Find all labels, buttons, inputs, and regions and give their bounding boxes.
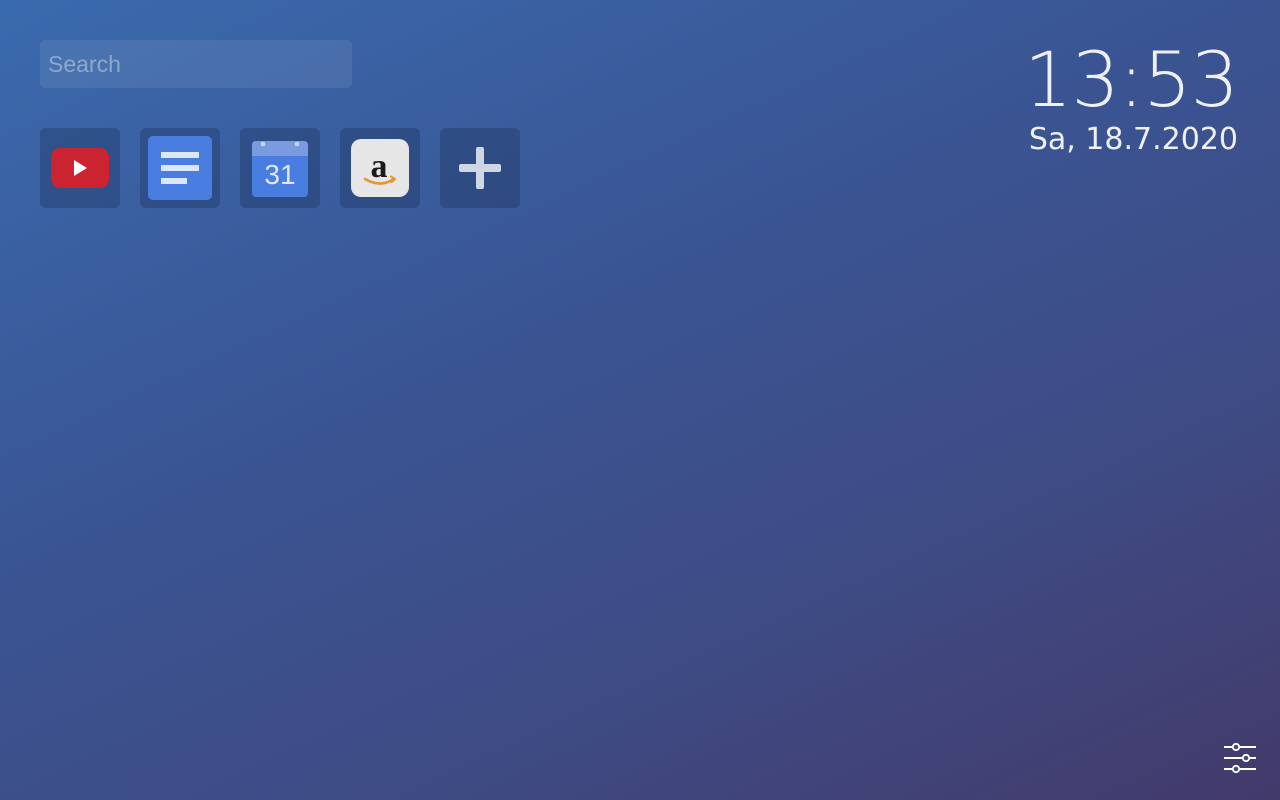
clock-date: Sa, 18.7.2020 bbox=[1028, 122, 1238, 157]
settings-button[interactable] bbox=[1222, 742, 1258, 776]
search-input[interactable] bbox=[40, 40, 352, 88]
shortcut-amazon[interactable]: a bbox=[340, 128, 420, 208]
google-calendar-icon: 31 bbox=[252, 141, 308, 197]
shortcut-google-docs[interactable] bbox=[140, 128, 220, 208]
amazon-icon: a bbox=[351, 139, 409, 197]
sliders-icon bbox=[1224, 742, 1256, 774]
youtube-icon bbox=[51, 148, 109, 188]
plus-icon bbox=[459, 147, 501, 189]
calendar-day-text: 31 bbox=[264, 159, 295, 190]
shortcut-google-calendar[interactable]: 31 bbox=[240, 128, 320, 208]
shortcut-youtube[interactable] bbox=[40, 128, 120, 208]
add-shortcut-button[interactable] bbox=[440, 128, 520, 208]
clock-widget: 13:53 Sa, 18.7.2020 bbox=[1023, 35, 1239, 160]
clock-time: 13:53 bbox=[1023, 35, 1239, 124]
google-docs-icon bbox=[148, 136, 212, 200]
amazon-logo-letter: a bbox=[371, 148, 388, 185]
shortcut-tiles: 31 a bbox=[40, 128, 520, 208]
